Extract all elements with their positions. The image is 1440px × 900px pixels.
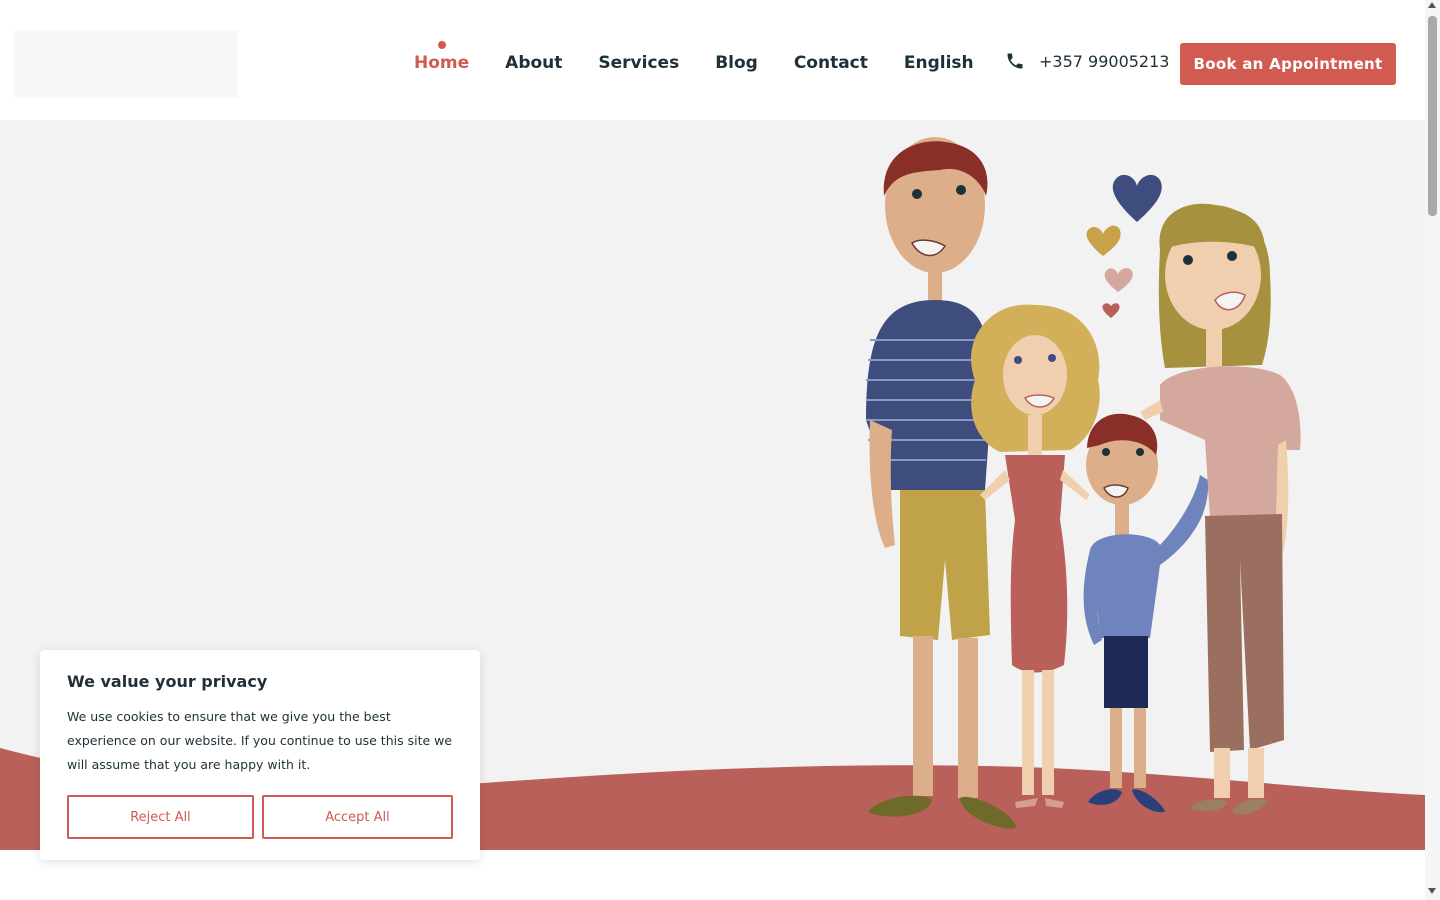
scroll-up-arrow-icon[interactable] <box>1428 2 1436 8</box>
site-header: Home About Services Blog Contact English… <box>0 0 1425 120</box>
reject-all-button[interactable]: Reject All <box>67 795 254 839</box>
nav-item-about[interactable]: About <box>505 48 562 78</box>
book-appointment-button[interactable]: Book an Appointment <box>1180 43 1396 85</box>
nav-item-blog[interactable]: Blog <box>715 48 758 78</box>
nav-item-label: Contact <box>793 53 868 73</box>
main-nav: Home About Services Blog Contact English <box>414 41 1010 78</box>
scroll-down-arrow-icon[interactable] <box>1428 888 1436 894</box>
phone-number: +357 99005213 <box>1039 51 1170 71</box>
page-scrollbar[interactable] <box>1425 0 1440 900</box>
active-dot-indicator <box>437 41 446 49</box>
nav-item-label: About <box>505 53 563 73</box>
phone-icon <box>1007 53 1023 69</box>
accept-all-button[interactable]: Accept All <box>262 795 453 839</box>
nav-item-services[interactable]: Services <box>598 48 679 78</box>
cookie-buttons: Reject All Accept All <box>67 795 453 839</box>
nav-item-language[interactable]: English <box>904 48 974 78</box>
scrollbar-thumb[interactable] <box>1428 16 1437 216</box>
cookie-message: We use cookies to ensure that we give yo… <box>67 709 453 772</box>
nav-item-label: English <box>903 53 974 73</box>
nav-item-label: Home <box>414 53 470 73</box>
nav-item-contact[interactable]: Contact <box>794 48 868 78</box>
nav-item-home[interactable]: Home <box>414 41 470 78</box>
family-illustration <box>866 137 1301 829</box>
nav-item-label: Blog <box>715 53 758 73</box>
cookie-title: We value your privacy <box>67 672 268 691</box>
nav-item-label: Services <box>598 53 680 73</box>
phone-link[interactable]: +357 99005213 <box>1005 50 1169 72</box>
cookie-consent-dialog: We value your privacy We use cookies to … <box>40 650 480 860</box>
site-logo[interactable] <box>14 30 238 98</box>
